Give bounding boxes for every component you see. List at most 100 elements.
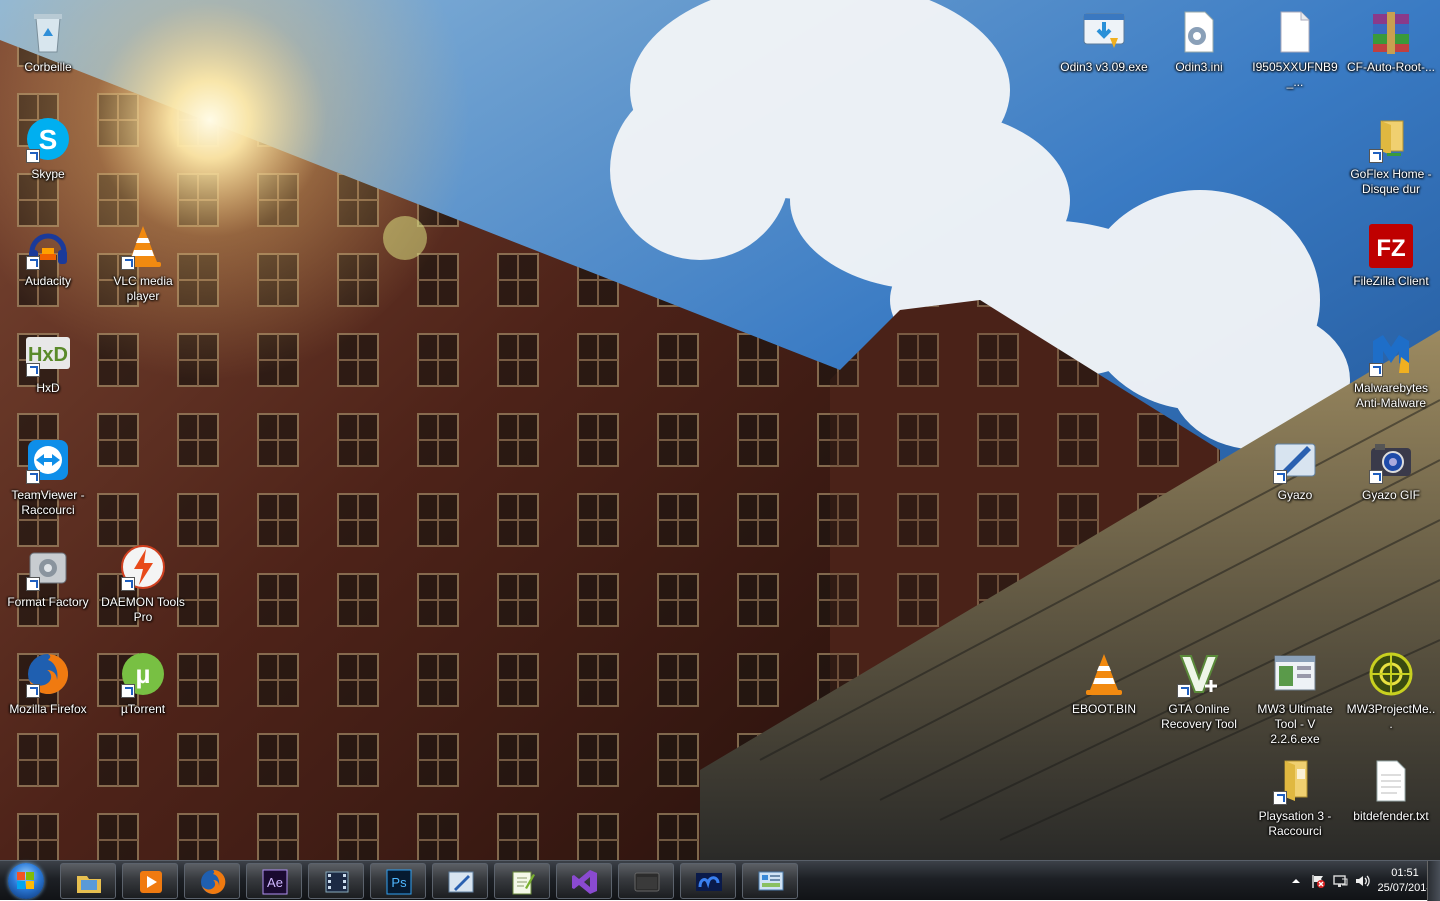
desktop-icon-odin-ini[interactable]: Odin3.ini <box>1152 8 1246 75</box>
desktop-icon-gyazo[interactable]: Gyazo <box>1248 436 1342 503</box>
svg-text:Ae: Ae <box>267 875 283 890</box>
svg-text:FZ: FZ <box>1376 235 1405 262</box>
taskbar-button-firefox[interactable] <box>184 863 240 899</box>
shortcut-arrow-icon <box>26 684 40 698</box>
shortcut-arrow-icon <box>1369 363 1383 377</box>
shortcut-arrow-icon <box>121 577 135 591</box>
desktop-icon-cf-auto-root[interactable]: CF-Auto-Root-... <box>1344 8 1438 75</box>
shortcut-arrow-icon <box>26 256 40 270</box>
desktop-icon-goflex[interactable]: GoFlex Home - Disque dur <box>1344 115 1438 197</box>
taskbar-button-after-effects[interactable]: Ae <box>246 863 302 899</box>
utorrent-icon: µ <box>119 650 167 698</box>
shortcut-arrow-icon <box>1369 470 1383 484</box>
mw3-project-icon <box>1367 650 1415 698</box>
desktop-icon-corbeille[interactable]: Corbeille <box>1 8 95 75</box>
notepad-plus-icon <box>509 868 537 896</box>
taskbar-button-visual-studio[interactable] <box>556 863 612 899</box>
desktop-icon-gyazo-gif[interactable]: Gyazo GIF <box>1344 436 1438 503</box>
svg-text:S: S <box>39 124 58 155</box>
shortcut-arrow-icon <box>1177 684 1191 698</box>
shortcut-arrow-icon <box>121 684 135 698</box>
taskbar-button-nc-app[interactable] <box>680 863 736 899</box>
control-panel-icon <box>757 868 785 896</box>
desktop-icon-odin-exe[interactable]: Odin3 v3.09.exe <box>1057 8 1151 75</box>
visual-studio-icon <box>571 868 599 896</box>
svg-text:Ps: Ps <box>391 875 407 890</box>
svg-text:µ: µ <box>136 659 151 689</box>
vlc-icon <box>119 222 167 270</box>
desktop-icon-mw3-project[interactable]: MW3ProjectMe... <box>1344 650 1438 732</box>
desktop-icon-daemon-tools[interactable]: DAEMON Tools Pro <box>96 543 190 625</box>
desktop-icon-bitdefender[interactable]: bitdefender.txt <box>1344 757 1438 824</box>
taskbar-button-video-editor[interactable] <box>308 863 364 899</box>
shortcut-arrow-icon <box>121 256 135 270</box>
desktop-icon-firefox[interactable]: Mozilla Firefox <box>1 650 95 717</box>
show-hidden-icon[interactable] <box>1288 873 1304 889</box>
network-folder-icon <box>1367 115 1415 163</box>
app-window-icon <box>1271 650 1319 698</box>
shortcut-arrow-icon <box>26 577 40 591</box>
gta-v-icon <box>1175 650 1223 698</box>
firefox-icon <box>24 650 72 698</box>
taskbar-button-photoshop[interactable]: Ps <box>370 863 426 899</box>
desktop-icon-malwarebytes[interactable]: Malwarebytes Anti-Malware <box>1344 329 1438 411</box>
hxd-icon: HxD <box>24 329 72 377</box>
blank-file-icon <box>1271 8 1319 56</box>
desktop-icon-skype[interactable]: S Skype <box>1 115 95 182</box>
gyazo-icon <box>1271 436 1319 484</box>
taskbar: Ae Ps 01:51 25/07/2014 <box>0 860 1440 901</box>
desktop-icon-ps3-folder[interactable]: Playsation 3 - Raccourci <box>1248 757 1342 839</box>
shortcut-arrow-icon <box>1273 470 1287 484</box>
taskbar-button-media-player[interactable] <box>122 863 178 899</box>
skype-icon: S <box>24 115 72 163</box>
network-icon[interactable] <box>1332 873 1348 889</box>
shortcut-arrow-icon <box>26 470 40 484</box>
nc-app-icon <box>695 868 723 896</box>
desktop-icon-audacity[interactable]: Audacity <box>1 222 95 289</box>
desktop-icon-teamviewer[interactable]: TeamViewer - Raccourci <box>1 436 95 518</box>
desktop-icon-i9505[interactable]: I9505XXUFNB9_... <box>1248 8 1342 90</box>
volume-icon[interactable] <box>1354 873 1370 889</box>
ini-file-icon <box>1175 8 1223 56</box>
desktop-icon-eboot[interactable]: EBOOT.BIN <box>1057 650 1151 717</box>
after-effects-icon: Ae <box>261 868 289 896</box>
teamviewer-icon <box>24 436 72 484</box>
taskbar-button-explorer[interactable] <box>60 863 116 899</box>
malwarebytes-icon <box>1367 329 1415 377</box>
gyazo-icon <box>447 868 475 896</box>
desktop-icon-mw3-ultimate[interactable]: MW3 Ultimate Tool - V 2.2.6.exe <box>1248 650 1342 747</box>
taskbar-button-notepad-plus[interactable] <box>494 863 550 899</box>
installer-icon <box>1080 8 1128 56</box>
gyazo-gif-icon <box>1367 436 1415 484</box>
winrar-icon <box>1367 8 1415 56</box>
shortcut-arrow-icon <box>26 363 40 377</box>
start-button[interactable] <box>2 862 50 900</box>
desktop-icon-gta-recovery[interactable]: GTA Online Recovery Tool <box>1152 650 1246 732</box>
desktop-icon-filezilla[interactable]: FZ FileZilla Client <box>1344 222 1438 289</box>
system-tray: 01:51 25/07/2014 <box>1240 861 1440 901</box>
taskbar-button-blank-window[interactable] <box>618 863 674 899</box>
vlc-icon <box>1080 650 1128 698</box>
window-icon <box>633 868 661 896</box>
photoshop-icon: Ps <box>385 868 413 896</box>
text-file-icon <box>1367 757 1415 805</box>
audacity-icon <box>24 222 72 270</box>
filezilla-icon: FZ <box>1367 222 1415 270</box>
action-center-flag-icon[interactable] <box>1310 873 1326 889</box>
desktop-icon-utorrent[interactable]: µ µTorrent <box>96 650 190 717</box>
desktop-icon-vlc[interactable]: VLC media player <box>96 222 190 304</box>
taskbar-button-gyazo[interactable] <box>432 863 488 899</box>
desktop-icon-format-factory[interactable]: Format Factory <box>1 543 95 610</box>
explorer-icon <box>75 868 103 896</box>
recycle-bin-icon <box>24 8 72 56</box>
media-player-icon <box>137 868 165 896</box>
film-icon <box>323 868 351 896</box>
shortcut-arrow-icon <box>1273 791 1287 805</box>
daemon-tools-icon <box>119 543 167 591</box>
desktop-icon-hxd[interactable]: HxD HxD <box>1 329 95 396</box>
firefox-icon <box>199 868 227 896</box>
folder-icon <box>1271 757 1319 805</box>
show-desktop-button[interactable] <box>1427 861 1440 901</box>
shortcut-arrow-icon <box>1369 149 1383 163</box>
taskbar-button-control-panel[interactable] <box>742 863 798 899</box>
